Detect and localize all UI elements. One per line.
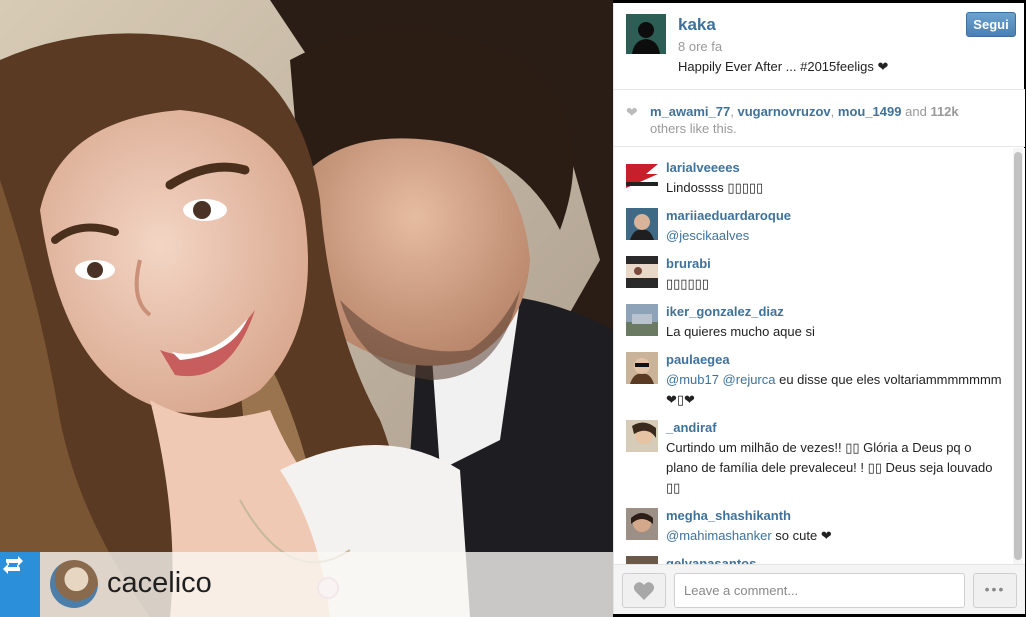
comment-text: Curtindo um milhão de vezes!! ▯▯ Glória … [666,440,993,495]
post-photo[interactable]: cacelico [0,0,613,617]
comment-username[interactable]: _andiraf [666,420,717,435]
ellipsis-icon: ••• [984,581,1006,597]
comment-input[interactable] [674,573,965,608]
comment-footer: ••• [614,564,1025,614]
comment-text: Lindossss ▯▯▯▯▯ [666,180,764,195]
likes-text: m_awami_77, vugarnovruzov, mou_1499 and … [650,104,959,136]
comments-scrollbar[interactable] [1013,148,1023,564]
comment-avatar[interactable] [626,556,658,564]
comment-avatar[interactable] [626,508,658,540]
owner-username[interactable]: kaka [678,15,716,35]
comment-username[interactable]: mariiaeduardaroque [666,208,791,223]
likes-count[interactable]: 112k [930,104,958,119]
comment-text: @mahimashanker so cute ❤ [666,526,1006,546]
like-user[interactable]: vugarnovruzov [737,104,830,119]
comment-avatar[interactable] [626,352,658,384]
heart-icon [633,581,655,600]
comment-username[interactable]: iker_gonzalez_diaz [666,304,784,319]
comment-username[interactable]: larialveeees [666,160,740,175]
repost-icon [0,552,40,617]
comment-avatar[interactable] [626,256,658,288]
comment-avatar[interactable] [626,160,658,192]
comment-text: @jescikaalves [666,226,1006,246]
comment-avatar[interactable] [626,208,658,240]
follow-button[interactable]: Segui [966,12,1016,37]
comment-body: so cute ❤ [771,528,832,543]
more-options-button[interactable]: ••• [973,573,1017,608]
comment-username[interactable]: brurabi [666,256,711,271]
comment-mention[interactable]: @mub17 @rejurca [666,372,776,387]
comment-text: La quieres mucho aque si [666,324,815,339]
post-timestamp: 8 ore fa [678,39,723,54]
comment-username[interactable]: gelyanasantos [666,556,756,564]
post-details-panel: kaka 8 ore fa Happily Ever After ... #20… [613,3,1025,614]
comment-avatar[interactable] [626,420,658,452]
comment-mention[interactable]: @mahimashanker [666,528,772,543]
like-user[interactable]: m_awami_77 [650,104,730,119]
comment-mention[interactable]: @jescikaalves [666,228,749,243]
repost-username[interactable]: cacelico [107,567,212,600]
comments-list[interactable]: larialveeees Lindossss ▯▯▯▯▯ mariiaeduar… [614,148,1025,564]
comment-avatar[interactable] [626,304,658,336]
repost-bar: cacelico [0,552,613,617]
comment-username[interactable]: paulaegea [666,352,730,367]
like-button[interactable] [622,573,666,608]
like-user[interactable]: mou_1499 [838,104,902,119]
likes-summary: ❤ m_awami_77, vugarnovruzov, mou_1499 an… [614,90,1025,147]
repost-user-avatar[interactable] [50,560,98,608]
likes-and: and [905,104,927,119]
post-caption: Happily Ever After ... #2015feeligs ❤ [678,59,889,74]
comment-username[interactable]: megha_shashikanth [666,508,791,523]
heart-icon: ❤ [626,104,638,120]
comment-text: ▯▯▯▯▯▯ [666,276,709,291]
post-header: kaka 8 ore fa Happily Ever After ... #20… [614,3,1025,90]
likes-suffix: others like this. [650,121,737,136]
scrollbar-thumb[interactable] [1014,152,1022,560]
post-photo-image [0,0,613,617]
owner-avatar[interactable] [626,14,666,54]
comment-text: @mub17 @rejurca eu disse que eles voltar… [666,370,1006,410]
